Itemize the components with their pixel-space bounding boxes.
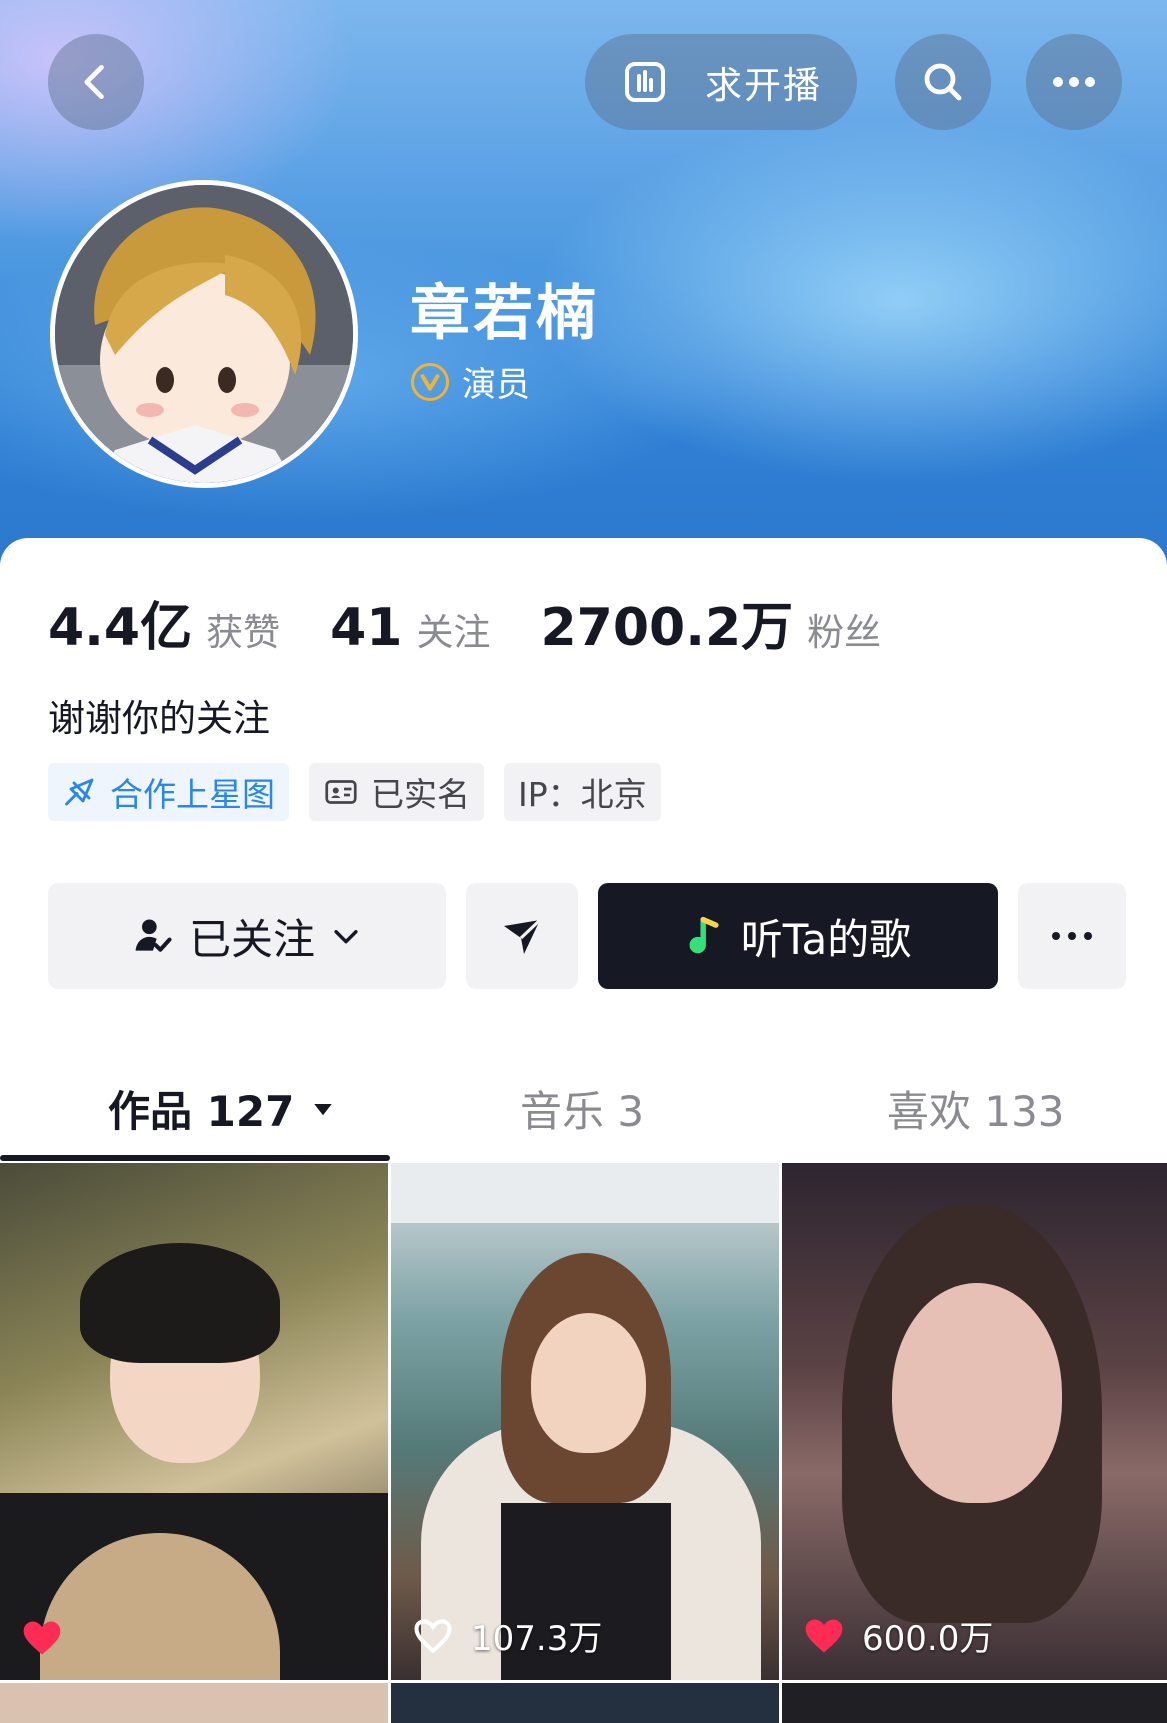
following-count[interactable]: 41 (330, 598, 402, 658)
likes-count: 4.4亿 (48, 598, 193, 658)
tab-works-label: 作品 127 (108, 1087, 295, 1136)
back-button[interactable] (48, 34, 144, 130)
music-note-icon (689, 916, 719, 954)
listen-music-label: 听Ta的歌 (740, 914, 912, 964)
search-icon (924, 63, 962, 101)
followers-label[interactable]: 粉丝 (807, 602, 881, 656)
thumbnail-subject (892, 1283, 1062, 1503)
listen-music-button[interactable]: 听Ta的歌 (598, 883, 998, 989)
request-live-label: 求开播 (705, 64, 822, 107)
ellipsis-icon (1053, 77, 1095, 87)
send-message-button[interactable] (466, 883, 578, 989)
action-buttons: 已关注 听Ta的歌 (48, 883, 1126, 989)
paper-plane-icon (504, 918, 542, 954)
heart-filled-icon (23, 1621, 61, 1655)
video-thumbnail[interactable] (782, 1683, 1167, 1723)
tab-likes[interactable]: 喜欢 133 (887, 1078, 1065, 1139)
active-tab-indicator (0, 1155, 390, 1161)
star-map-label: 合作上星图 (110, 775, 275, 814)
following-label[interactable]: 关注 (417, 602, 491, 656)
video-thumbnail[interactable] (391, 1683, 779, 1723)
video-likes-count: 600.0万 (862, 1619, 994, 1659)
likes-label: 获赞 (206, 611, 281, 654)
video-thumbnail[interactable] (0, 1163, 388, 1680)
video-likes-count: 107.3万 (471, 1619, 603, 1659)
followers-count[interactable]: 2700.2万 (541, 585, 794, 660)
thumbnail-railing (391, 1163, 779, 1223)
real-name-label: 已实名 (371, 775, 470, 814)
heart-outline-icon (414, 1618, 452, 1653)
video-thumbnail[interactable] (0, 1683, 388, 1723)
verified-v-icon (411, 362, 449, 401)
user-check-icon (135, 919, 172, 952)
video-thumbnail[interactable]: 600.0万 (782, 1163, 1167, 1680)
tab-works[interactable]: 作品 127 (108, 1078, 338, 1139)
ip-location-label: IP：北京 (518, 775, 647, 814)
star-map-tag[interactable]: 合作上星图 (48, 763, 289, 821)
video-likes: 107.3万 (411, 1611, 602, 1660)
caret-down-icon (314, 1103, 333, 1115)
avatar[interactable] (50, 180, 358, 488)
bio-text: 谢谢你的关注 (48, 697, 270, 740)
verification-badge: 演员 (410, 357, 530, 406)
real-name-tag[interactable]: 已实名 (309, 763, 484, 821)
chevron-down-icon (334, 930, 358, 944)
heart-filled-icon (805, 1619, 843, 1652)
ip-location-tag: IP：北京 (504, 763, 661, 821)
search-button[interactable] (895, 34, 991, 130)
bar-chart-icon (625, 62, 665, 102)
more-options-button[interactable] (1026, 34, 1122, 130)
verified-label: 演员 (462, 365, 530, 405)
following-label: 已关注 (188, 914, 315, 964)
content-tabs: 作品 127 音乐 3 喜欢 133 (0, 1060, 1167, 1160)
following-button[interactable]: 已关注 (48, 883, 446, 989)
request-live-button[interactable]: 求开播 (585, 34, 857, 130)
thumbnail-hair (80, 1243, 280, 1363)
video-thumbnail[interactable]: 107.3万 (391, 1163, 779, 1680)
profile-name: 章若楠 (410, 279, 599, 349)
profile-tags: 合作上星图 已实名 IP：北京 (48, 763, 681, 821)
ellipsis-icon (1052, 932, 1092, 940)
id-card-icon (325, 780, 357, 804)
avatar-illustration (55, 185, 353, 483)
stats-row: 4.4亿 获赞 41 关注 2700.2万 粉丝 (48, 585, 931, 660)
chevron-left-icon (84, 64, 104, 100)
thumbnail-subject (531, 1313, 646, 1453)
star-map-icon (65, 778, 94, 806)
video-likes: 600.0万 (802, 1611, 993, 1660)
video-likes (20, 1616, 80, 1660)
more-actions-button[interactable] (1018, 883, 1126, 989)
tab-music[interactable]: 音乐 3 (520, 1078, 644, 1139)
